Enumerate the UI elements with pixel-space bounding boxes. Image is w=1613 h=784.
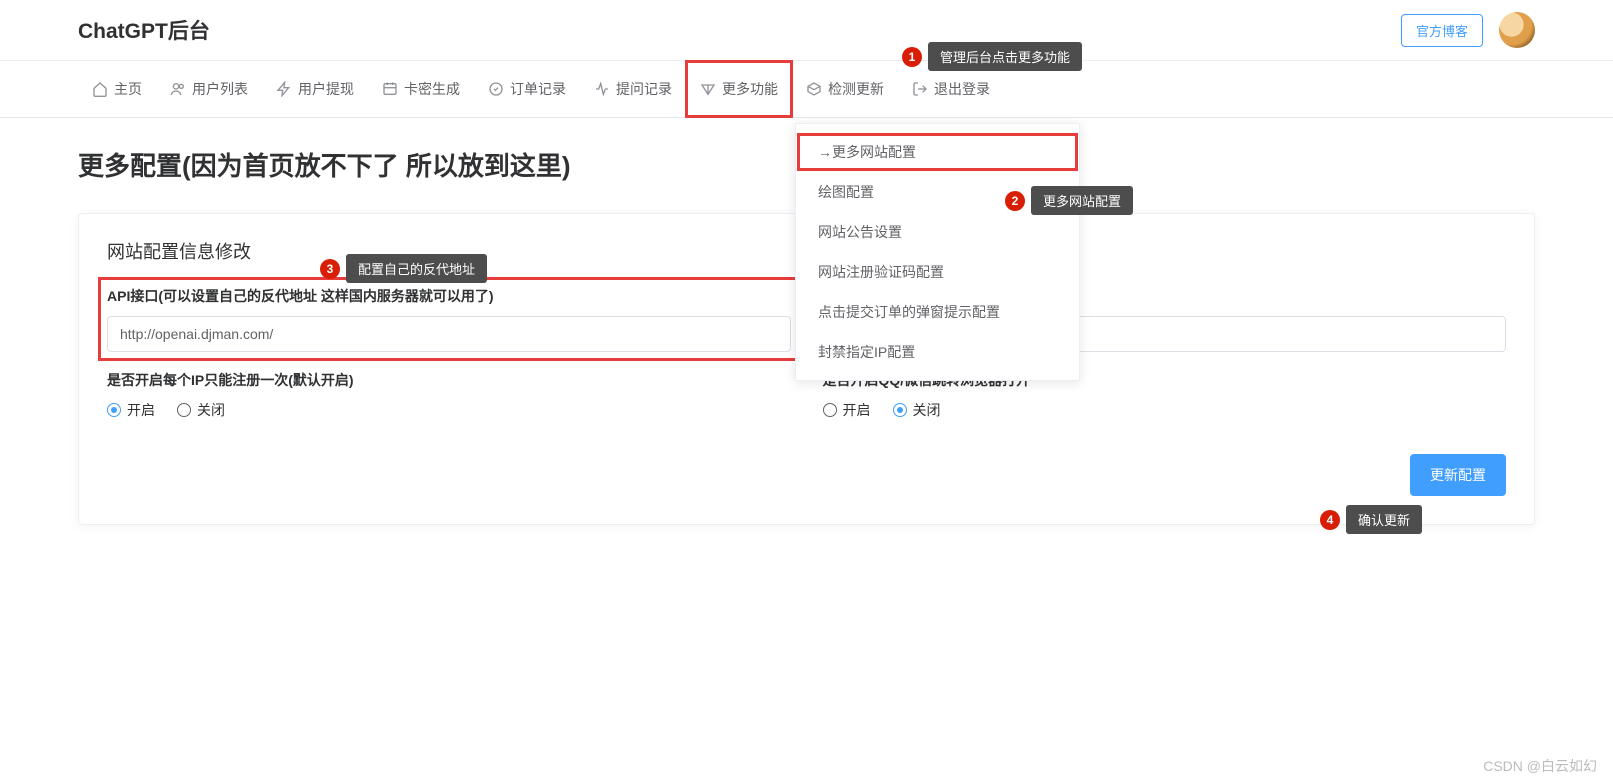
nav-more[interactable]: 更多功能 (686, 61, 792, 117)
radio-icon (823, 403, 837, 417)
ip-register-open[interactable]: 开启 (107, 400, 155, 420)
dropdown-draw-config[interactable]: 绘图配置 (796, 172, 1079, 212)
home-icon (92, 81, 108, 97)
dropdown-more-site-config[interactable]: →更多网站配置 (796, 132, 1079, 172)
watermark: CSDN @白云如幻 (1483, 756, 1597, 776)
dropdown-announcement[interactable]: 网站公告设置 (796, 212, 1079, 252)
submit-row: 更新配置 (107, 454, 1506, 496)
ip-register-label: 是否开启每个IP只能注册一次(默认开启) (107, 370, 791, 390)
api-endpoint-group: API接口(可以设置自己的反代地址 这样国内服务器就可以用了) (101, 280, 797, 358)
nav-update[interactable]: 检测更新 (792, 61, 898, 117)
nav-card[interactable]: 卡密生成 (368, 61, 474, 117)
nav-label: 用户列表 (192, 79, 248, 99)
more-icon (700, 81, 716, 97)
radio-icon (107, 403, 121, 417)
radio-icon (177, 403, 191, 417)
ip-register-group: 是否开启每个IP只能注册一次(默认开启) 开启 关闭 (107, 370, 791, 420)
ip-register-close[interactable]: 关闭 (177, 400, 225, 420)
nav-label: 退出登录 (934, 79, 990, 99)
main-nav: 主页 用户列表 用户提现 卡密生成 订单记录 提问记录 更多功能 检测更新 退出… (0, 61, 1613, 118)
nav-label: 订单记录 (510, 79, 566, 99)
avatar[interactable] (1499, 12, 1535, 48)
qq-jump-radios: 开启 关闭 (823, 400, 1507, 420)
dropdown-order-popup[interactable]: 点击提交订单的弹窗提示配置 (796, 292, 1079, 332)
logout-icon (912, 81, 928, 97)
official-blog-button[interactable]: 官方博客 (1401, 14, 1483, 47)
users-icon (170, 81, 186, 97)
dropdown-captcha[interactable]: 网站注册验证码配置 (796, 252, 1079, 292)
api-endpoint-label: API接口(可以设置自己的反代地址 这样国内服务器就可以用了) (107, 286, 791, 306)
nav-label: 卡密生成 (404, 79, 460, 99)
header-right: 官方博客 (1401, 12, 1535, 48)
radio-label: 开启 (843, 400, 871, 420)
header: ChatGPT后台 官方博客 (0, 0, 1613, 61)
withdraw-icon (276, 81, 292, 97)
nav-logout[interactable]: 退出登录 (898, 61, 1004, 117)
radio-icon (893, 403, 907, 417)
radio-label: 关闭 (197, 400, 225, 420)
more-dropdown: →更多网站配置 绘图配置 网站公告设置 网站注册验证码配置 点击提交订单的弹窗提… (795, 123, 1080, 381)
api-endpoint-input[interactable] (107, 316, 791, 352)
nav-users[interactable]: 用户列表 (156, 61, 262, 117)
update-config-button[interactable]: 更新配置 (1410, 454, 1506, 496)
nav-label: 提问记录 (616, 79, 672, 99)
radio-label: 开启 (127, 400, 155, 420)
qq-jump-close[interactable]: 关闭 (893, 400, 941, 420)
nav-label: 主页 (114, 79, 142, 99)
site-title: ChatGPT后台 (78, 15, 210, 45)
ip-register-radios: 开启 关闭 (107, 400, 791, 420)
nav-withdraw[interactable]: 用户提现 (262, 61, 368, 117)
order-icon (488, 81, 504, 97)
nav-label: 用户提现 (298, 79, 354, 99)
dropdown-ban-ip[interactable]: 封禁指定IP配置 (796, 332, 1079, 372)
card-icon (382, 81, 398, 97)
nav-qa[interactable]: 提问记录 (580, 61, 686, 117)
update-icon (806, 81, 822, 97)
radio-label: 关闭 (913, 400, 941, 420)
qq-jump-open[interactable]: 开启 (823, 400, 871, 420)
nav-orders[interactable]: 订单记录 (474, 61, 580, 117)
qa-icon (594, 81, 610, 97)
nav-label: 检测更新 (828, 79, 884, 99)
nav-home[interactable]: 主页 (78, 61, 156, 117)
nav-label: 更多功能 (722, 79, 778, 99)
